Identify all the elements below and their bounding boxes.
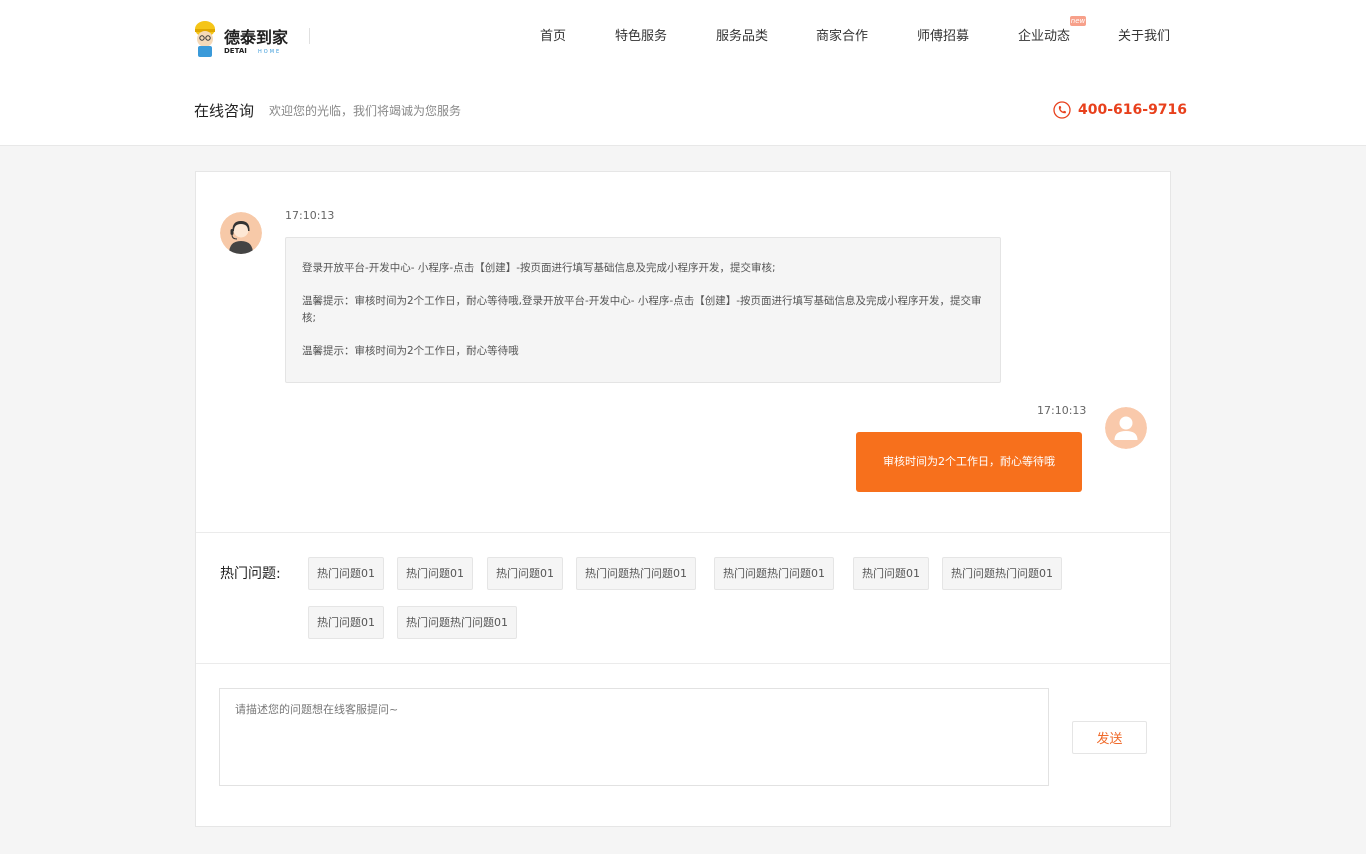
hot-question-tag[interactable]: 热门问题01 <box>853 557 929 590</box>
hot-question-tag[interactable]: 热门问题热门问题01 <box>714 557 834 590</box>
nav-featured-services[interactable]: 特色服务 <box>615 28 667 46</box>
divider <box>196 532 1170 533</box>
page-title: 在线咨询 <box>194 102 255 120</box>
agent-message-time: 17:10:13 <box>285 209 335 222</box>
hot-question-tag[interactable]: 热门问题01 <box>487 557 563 590</box>
brand-sub-left: DETAI <box>224 47 247 55</box>
divider <box>196 663 1170 664</box>
phone-icon <box>1053 101 1071 119</box>
hotline-number: 400-616-9716 <box>1078 102 1188 118</box>
agent-message-line: 登录开放平台-开发中心- 小程序-点击【创建】-按页面进行填写基础信息及完成小程… <box>302 262 776 274</box>
message-input[interactable] <box>219 688 1049 786</box>
hot-question-tag[interactable]: 热门问题热门问题01 <box>397 606 517 639</box>
main-nav: 首页 特色服务 服务品类 商家合作 师傅招募 企业动态 关于我们 <box>0 28 1366 48</box>
user-message-time: 17:10:13 <box>1037 404 1087 417</box>
user-avatar <box>1105 407 1147 449</box>
hot-questions-label: 热门问题: <box>220 566 281 582</box>
hot-question-tag[interactable]: 热门问题01 <box>308 606 384 639</box>
chat-panel: 17:10:13 登录开放平台-开发中心- 小程序-点击【创建】-按页面进行填写… <box>195 171 1171 827</box>
nav-home[interactable]: 首页 <box>540 28 566 46</box>
send-button[interactable]: 发送 <box>1072 721 1147 754</box>
hot-question-tag[interactable]: 热门问题01 <box>397 557 473 590</box>
site-header: 德泰到家 DETAI HOME 首页 特色服务 服务品类 商家合作 师傅招募 企… <box>0 0 1366 146</box>
nav-technician-recruit[interactable]: 师傅招募 <box>917 28 969 46</box>
agent-message-bubble: 登录开放平台-开发中心- 小程序-点击【创建】-按页面进行填写基础信息及完成小程… <box>285 237 1001 383</box>
new-badge: new <box>1070 16 1086 26</box>
nav-merchant-cooperation[interactable]: 商家合作 <box>816 28 868 46</box>
agent-avatar <box>220 212 262 254</box>
hot-question-tag[interactable]: 热门问题01 <box>308 557 384 590</box>
nav-about-us[interactable]: 关于我们 <box>1118 28 1170 46</box>
agent-message-line: 温馨提示：审核时间为2个工作日，耐心等待哦,登录开放平台-开发中心- 小程序-点… <box>302 295 982 324</box>
hot-question-tag[interactable]: 热门问题热门问题01 <box>576 557 696 590</box>
nav-service-categories[interactable]: 服务品类 <box>716 28 768 46</box>
hot-question-tag[interactable]: 热门问题热门问题01 <box>942 557 1062 590</box>
brand-sub-right: HOME <box>258 49 281 55</box>
nav-company-news[interactable]: 企业动态 <box>1018 28 1070 46</box>
page-subtitle: 欢迎您的光临，我们将竭诚为您服务 <box>269 104 462 118</box>
agent-message-line: 温馨提示：审核时间为2个工作日，耐心等待哦 <box>302 345 519 357</box>
user-message-bubble: 审核时间为2个工作日，耐心等待哦 <box>856 432 1082 492</box>
